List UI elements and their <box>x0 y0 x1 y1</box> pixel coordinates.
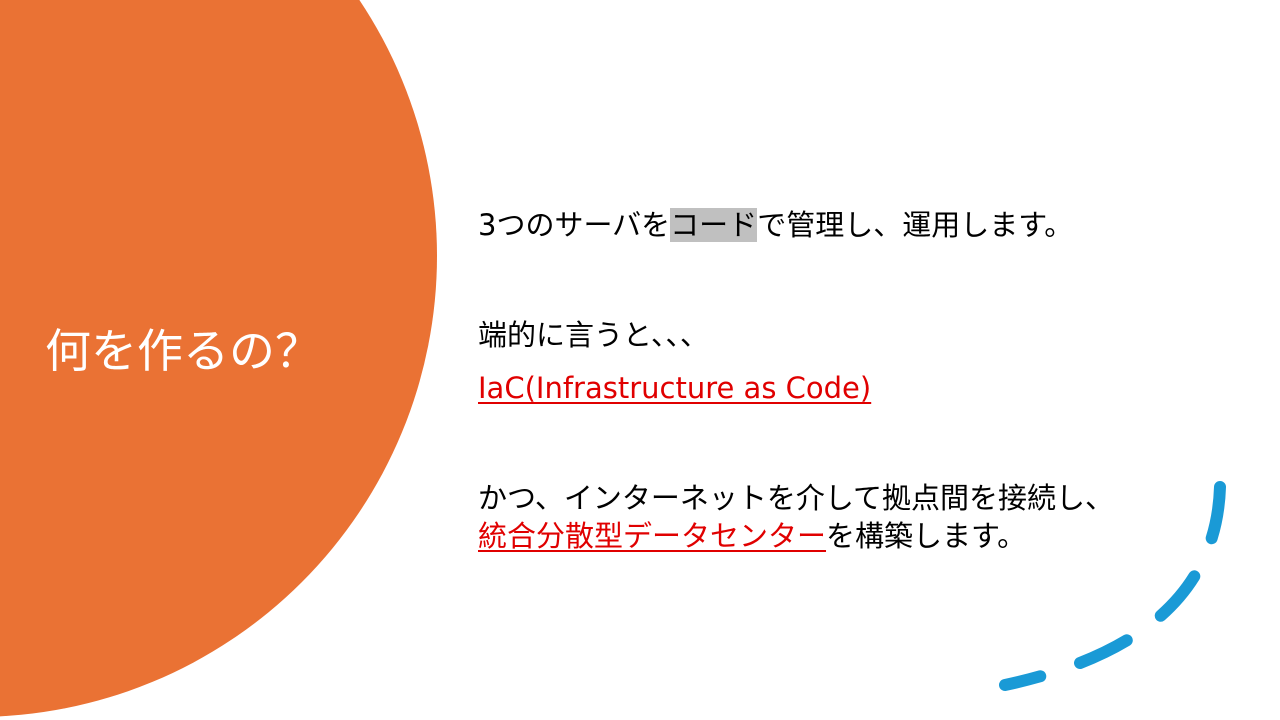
datacenter-link[interactable]: 統合分散型データセンター <box>478 519 826 553</box>
line1-before: 3つのサーバを <box>478 208 671 242</box>
line-manage-servers: 3つのサーバをコードで管理し、運用します。 <box>478 205 1073 245</box>
line-in-short: 端的に言うと、、、 <box>478 318 709 352</box>
line-iac: IaC(Infrastructure as Code) <box>478 368 871 408</box>
line1-after: で管理し、運用します。 <box>757 208 1074 242</box>
line-build-datacenter: 統合分散型データセンターを構築します。 <box>478 516 1026 556</box>
slide-title: 何を作るの？ <box>45 324 321 378</box>
iac-link[interactable]: IaC(Infrastructure as Code) <box>478 371 871 405</box>
dashed-arc-decoration <box>999 481 1226 691</box>
highlighted-code-word: コード <box>670 208 758 242</box>
slide: 何を作るの？ 3つのサーバをコードで管理し、運用します。 端的に言うと、、、 I… <box>0 0 1280 720</box>
